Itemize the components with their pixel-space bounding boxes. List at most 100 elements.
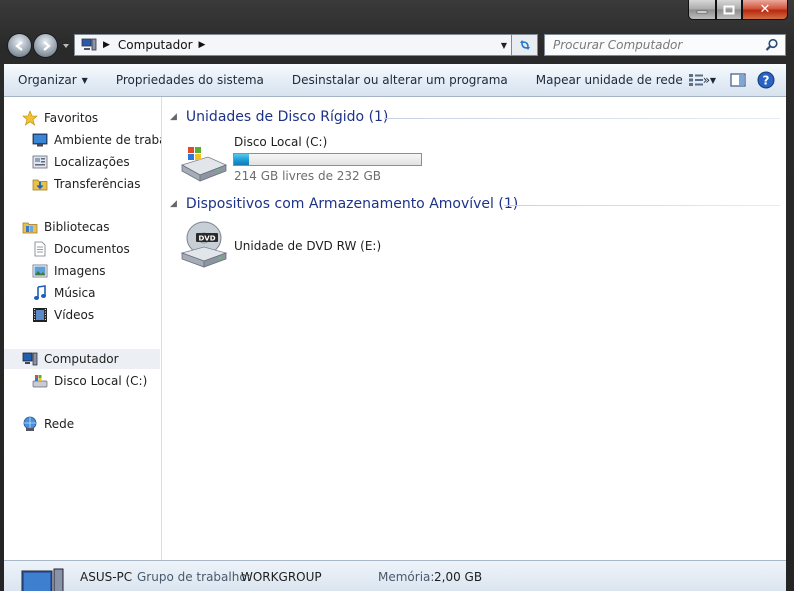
- library-icon: [22, 222, 38, 234]
- search-box[interactable]: [544, 34, 786, 56]
- chevron-down-icon: ▼: [81, 75, 88, 85]
- change-view-button[interactable]: ▼: [684, 70, 720, 90]
- sidebar-item-downloads[interactable]: Transferências: [32, 174, 141, 194]
- sidebar-item-label: Ambiente de trabalho: [54, 133, 161, 147]
- sidebar-item-label: Documentos: [54, 242, 130, 256]
- downloads-icon: [32, 179, 48, 191]
- svg-text:DVD: DVD: [198, 235, 215, 243]
- sidebar-item-local-disk[interactable]: Disco Local (C:): [32, 371, 147, 391]
- sidebar-item-documents[interactable]: Documentos: [32, 239, 130, 259]
- minimize-button[interactable]: [688, 0, 716, 20]
- sidebar-item-label: Bibliotecas: [44, 220, 110, 234]
- drive-item-dvd[interactable]: DVD Unidade de DVD RW (E:): [176, 221, 426, 271]
- preview-pane-icon: [730, 73, 746, 87]
- system-properties-button[interactable]: Propriedades do sistema: [102, 73, 278, 87]
- network-icon: [23, 416, 37, 431]
- minimize-icon: [696, 10, 708, 13]
- svg-text:?: ?: [763, 74, 770, 88]
- group-title: Dispositivos com Armazenamento Amovível …: [185, 196, 519, 212]
- navigation-bar: ▶ Computador ▶ ▼: [0, 28, 794, 62]
- search-input[interactable]: [553, 38, 753, 52]
- recent-pages-dropdown[interactable]: [61, 41, 71, 51]
- sidebar-item-label: Vídeos: [54, 308, 95, 322]
- sidebar-item-label: Disco Local (C:): [54, 374, 148, 388]
- capacity-fill: [234, 154, 249, 165]
- computer-icon: [22, 352, 38, 366]
- hard-drive-icon: [32, 375, 48, 388]
- expand-icon: ◢: [170, 112, 177, 122]
- back-arrow-icon: [14, 40, 23, 51]
- address-bar[interactable]: ▶ Computador ▶ ▼: [74, 34, 512, 56]
- sidebar-item-label: Imagens: [54, 264, 106, 278]
- document-icon: [34, 241, 46, 257]
- maximize-icon: [723, 5, 735, 14]
- close-button[interactable]: ✕: [742, 0, 788, 20]
- forward-button[interactable]: [33, 33, 58, 58]
- map-network-drive-button[interactable]: Mapear unidade de rede: [522, 73, 697, 87]
- drive-free-space: 214 GB livres de 232 GB: [234, 169, 382, 183]
- workgroup-value: WORKGROUP: [241, 570, 322, 584]
- forward-arrow-icon: [42, 40, 51, 51]
- sidebar-item-label: Favoritos: [44, 111, 99, 125]
- expand-icon: ◢: [170, 199, 177, 209]
- desktop-icon: [32, 133, 48, 147]
- breadcrumb-separator[interactable]: ▶: [103, 40, 110, 50]
- organize-menu[interactable]: Organizar ▼: [4, 73, 102, 87]
- breadcrumb-separator[interactable]: ▶: [199, 40, 206, 50]
- group-header-removable[interactable]: ◢ Dispositivos com Armazenamento Amovíve…: [170, 196, 518, 212]
- chevron-down-icon: ▼: [709, 75, 717, 85]
- memory-value: 2,00 GB: [434, 570, 483, 584]
- video-icon: [33, 308, 47, 322]
- details-pane: ASUS-PC Grupo de trabalho: WORKGROUP Mem…: [4, 560, 786, 591]
- uninstall-program-button[interactable]: Desinstalar ou alterar um programa: [278, 73, 522, 87]
- refresh-icon: [519, 40, 530, 50]
- help-icon: ?: [757, 71, 775, 89]
- group-divider: [384, 118, 780, 119]
- refresh-button[interactable]: [512, 34, 538, 56]
- group-title: Unidades de Disco Rígido (1): [185, 109, 389, 125]
- search-icon[interactable]: [765, 38, 779, 52]
- organize-label: Organizar: [18, 73, 77, 87]
- drive-name: Disco Local (C:): [234, 135, 328, 149]
- sidebar-item-label: Transferências: [54, 177, 141, 191]
- address-dropdown[interactable]: ▼: [501, 41, 507, 50]
- workgroup-label: Grupo de trabalho:: [137, 570, 251, 584]
- capacity-bar: [233, 153, 422, 166]
- sidebar-item-network[interactable]: Rede: [22, 414, 74, 434]
- content-pane: ◢ Unidades de Disco Rígido (1) Disco Loc…: [162, 97, 786, 560]
- sidebar-item-computer[interactable]: Computador: [4, 349, 160, 369]
- image-icon: [32, 264, 48, 278]
- sidebar-item-label: Localizações: [54, 155, 130, 169]
- sidebar-item-places[interactable]: Localizações: [32, 152, 130, 172]
- view-icon: [688, 74, 703, 86]
- sidebar-item-videos[interactable]: Vídeos: [32, 305, 94, 325]
- navigation-pane: Favoritos Ambiente de trabalho Localizaç…: [4, 97, 162, 560]
- breadcrumb-computer[interactable]: Computador: [118, 38, 193, 52]
- help-button[interactable]: ?: [756, 70, 776, 90]
- memory-label: Memória:: [378, 570, 435, 584]
- drive-name: Unidade de DVD RW (E:): [234, 239, 382, 253]
- maximize-button[interactable]: [716, 0, 742, 20]
- command-bar: Organizar ▼ Propriedades do sistema Desi…: [4, 64, 786, 97]
- places-icon: [32, 155, 48, 169]
- preview-pane-button[interactable]: [728, 70, 748, 90]
- star-icon: [22, 110, 38, 126]
- dvd-drive-icon: DVD: [180, 221, 228, 268]
- drive-item-local-disk[interactable]: Disco Local (C:) 214 GB livres de 232 GB: [176, 135, 426, 183]
- sidebar-item-favorites[interactable]: Favoritos: [22, 108, 98, 128]
- hard-drive-icon: [180, 147, 228, 182]
- music-icon: [34, 285, 46, 300]
- sidebar-item-label: Música: [54, 286, 96, 300]
- group-header-hard-drives[interactable]: ◢ Unidades de Disco Rígido (1): [170, 109, 388, 125]
- sidebar-item-images[interactable]: Imagens: [32, 261, 105, 281]
- sidebar-item-desktop[interactable]: Ambiente de trabalho: [32, 130, 161, 150]
- caption-buttons: ✕: [688, 0, 788, 20]
- back-button[interactable]: [7, 33, 32, 58]
- computer-icon: [21, 568, 64, 591]
- sidebar-item-label: Computador: [44, 352, 119, 366]
- close-icon: ✕: [759, 2, 771, 17]
- computer-icon: [81, 38, 97, 51]
- sidebar-item-libraries[interactable]: Bibliotecas: [22, 217, 109, 237]
- group-divider: [504, 205, 780, 206]
- sidebar-item-music[interactable]: Música: [32, 283, 96, 303]
